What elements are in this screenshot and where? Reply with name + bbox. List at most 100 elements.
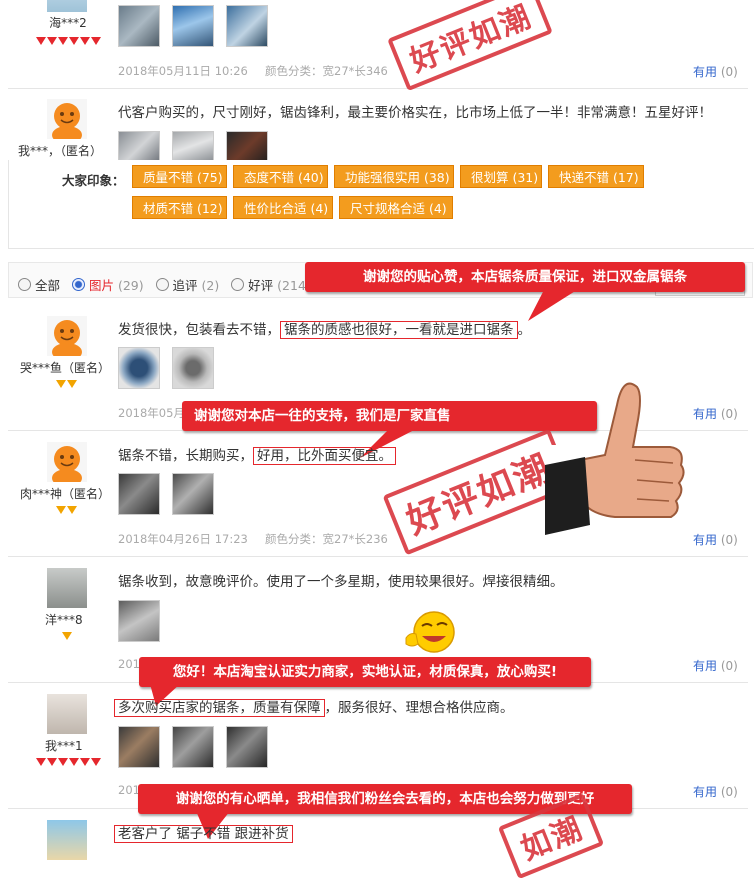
- avatar: [47, 0, 87, 12]
- review-text-part: 。: [517, 322, 532, 338]
- review-date: 201: [118, 783, 140, 797]
- review-highlight: 好用，比外面买便宜。: [253, 447, 396, 465]
- useful-button[interactable]: 有用 (0): [693, 657, 738, 674]
- filter-pics[interactable]: 图片 (29): [71, 278, 144, 293]
- review-photo[interactable]: [118, 347, 160, 389]
- smiley-emoji-icon: [405, 611, 455, 653]
- impression-tag[interactable]: 质量不错 (75): [132, 165, 227, 188]
- filter-good[interactable]: 好评 (214): [231, 278, 311, 293]
- reviewer-name: 洋***8: [45, 613, 83, 627]
- useful-count: (0): [720, 407, 738, 421]
- default-avatar-icon: [47, 316, 87, 356]
- reputation-badges: [56, 380, 77, 388]
- seller-reply-callout: 谢谢您对本店一往的支持，我们是厂家直售: [182, 401, 597, 431]
- red-gem-icon: [58, 37, 68, 45]
- review-highlight: 多次购买店家的锯条，质量有保障: [114, 699, 325, 717]
- reputation-badges: [56, 506, 77, 514]
- gold-gem-icon: [67, 380, 77, 388]
- review-photo[interactable]: [172, 473, 214, 515]
- impression-tag[interactable]: 尺寸规格合适 (4): [339, 196, 453, 219]
- useful-count: (0): [720, 785, 738, 799]
- avatar: [47, 568, 87, 608]
- radio-icon[interactable]: [155, 278, 169, 291]
- useful-button[interactable]: 有用 (0): [693, 531, 738, 548]
- useful-label[interactable]: 有用: [693, 533, 717, 547]
- gold-gem-icon: [62, 632, 72, 640]
- red-gem-icon: [47, 37, 57, 45]
- filter-append-count: (2): [201, 278, 220, 293]
- avatar: [47, 820, 87, 860]
- good-review-stamp: 好评如潮: [387, 0, 553, 92]
- review-text-part: ，服务很好、理想合格供应商。: [324, 700, 514, 716]
- red-gem-icon: [91, 37, 101, 45]
- gold-gem-icon: [67, 506, 77, 514]
- radio-selected-icon[interactable]: [71, 278, 85, 291]
- red-gem-icon: [47, 758, 57, 766]
- gold-gem-icon: [56, 506, 66, 514]
- useful-button[interactable]: 有用 (0): [693, 63, 738, 80]
- avatar: [47, 99, 87, 139]
- avatar: [47, 316, 87, 356]
- review-photo[interactable]: [118, 473, 160, 515]
- review-attribute: 颜色分类：宽27*长346: [265, 64, 388, 78]
- impression-tag[interactable]: 很划算 (31): [460, 165, 542, 188]
- radio-icon[interactable]: [18, 278, 31, 291]
- review-text: 锯条不错，长期购买， 好用，比外面买便宜。: [118, 444, 396, 465]
- thumbs-up-icon: [545, 382, 685, 540]
- default-avatar-icon: [47, 99, 87, 139]
- useful-label[interactable]: 有用: [693, 65, 717, 79]
- avatar: [47, 442, 87, 482]
- impression-tag[interactable]: 快递不错 (17): [548, 165, 644, 188]
- callout-pointer-icon: [528, 288, 580, 321]
- impression-tag[interactable]: 材质不错 (12): [132, 196, 227, 219]
- useful-count: (0): [720, 533, 738, 547]
- red-gem-icon: [58, 758, 68, 766]
- gold-gem-icon: [56, 380, 66, 388]
- review-highlight: 锯条的质感也很好，一看就是进口锯条: [280, 321, 518, 339]
- filter-append[interactable]: 追评 (2): [155, 278, 220, 293]
- useful-label[interactable]: 有用: [693, 407, 717, 421]
- review-attribute: 颜色分类：宽27*长236: [265, 532, 388, 546]
- review-photo[interactable]: [118, 600, 160, 642]
- impression-tag[interactable]: 态度不错 (40): [233, 165, 328, 188]
- default-avatar-icon: [47, 442, 87, 482]
- review-photo[interactable]: [118, 5, 160, 47]
- review-text-part: 锯条不错，长期购买，: [118, 448, 253, 464]
- filter-options: 全部 图片 (29) 追评 (2) 好评 (214): [18, 275, 311, 294]
- filter-good-label: 好评: [248, 278, 274, 293]
- red-gem-icon: [36, 758, 46, 766]
- review-photo[interactable]: [226, 5, 268, 47]
- filter-all[interactable]: 全部: [18, 278, 60, 293]
- reputation-badges: [36, 37, 101, 45]
- reputation-badges: [62, 632, 72, 640]
- review-photo[interactable]: [118, 726, 160, 768]
- reviewer-name: 我***1: [45, 739, 83, 753]
- review-photo[interactable]: [226, 726, 268, 768]
- useful-label[interactable]: 有用: [693, 785, 717, 799]
- impression-tag[interactable]: 性价比合适 (4): [233, 196, 333, 219]
- red-gem-icon: [36, 37, 46, 45]
- review-text: 锯条收到，故意晚评价。使用了一个多星期，使用较果很好。焊接很精细。: [118, 574, 564, 590]
- review-text: 老客户了 锯子不错 跟进补货: [114, 822, 293, 843]
- avatar: [47, 694, 87, 734]
- filter-pics-label: 图片: [88, 278, 114, 293]
- red-gem-icon: [80, 758, 90, 766]
- reviewer-name: 哭***鱼（匿名）: [20, 361, 111, 375]
- review-date: 201: [118, 657, 140, 671]
- useful-button[interactable]: 有用 (0): [693, 783, 738, 800]
- review-text: 发货很快，包装看去不错， 锯条的质感也很好，一看就是进口锯条。: [118, 318, 532, 339]
- red-gem-icon: [69, 758, 79, 766]
- radio-icon[interactable]: [231, 278, 245, 291]
- filter-all-label: 全部: [35, 278, 61, 293]
- useful-label[interactable]: 有用: [693, 659, 717, 673]
- filter-pics-count: (29): [117, 278, 144, 293]
- review-photo[interactable]: [172, 726, 214, 768]
- reputation-badges: [36, 758, 101, 766]
- review-photo[interactable]: [172, 5, 214, 47]
- review-photo[interactable]: [172, 347, 214, 389]
- impression-tag[interactable]: 功能强很实用 (38): [334, 165, 454, 188]
- red-gem-icon: [80, 37, 90, 45]
- useful-button[interactable]: 有用 (0): [693, 405, 738, 422]
- review-date: 2018年04月26日 17:23: [118, 532, 248, 546]
- useful-count: (0): [720, 659, 738, 673]
